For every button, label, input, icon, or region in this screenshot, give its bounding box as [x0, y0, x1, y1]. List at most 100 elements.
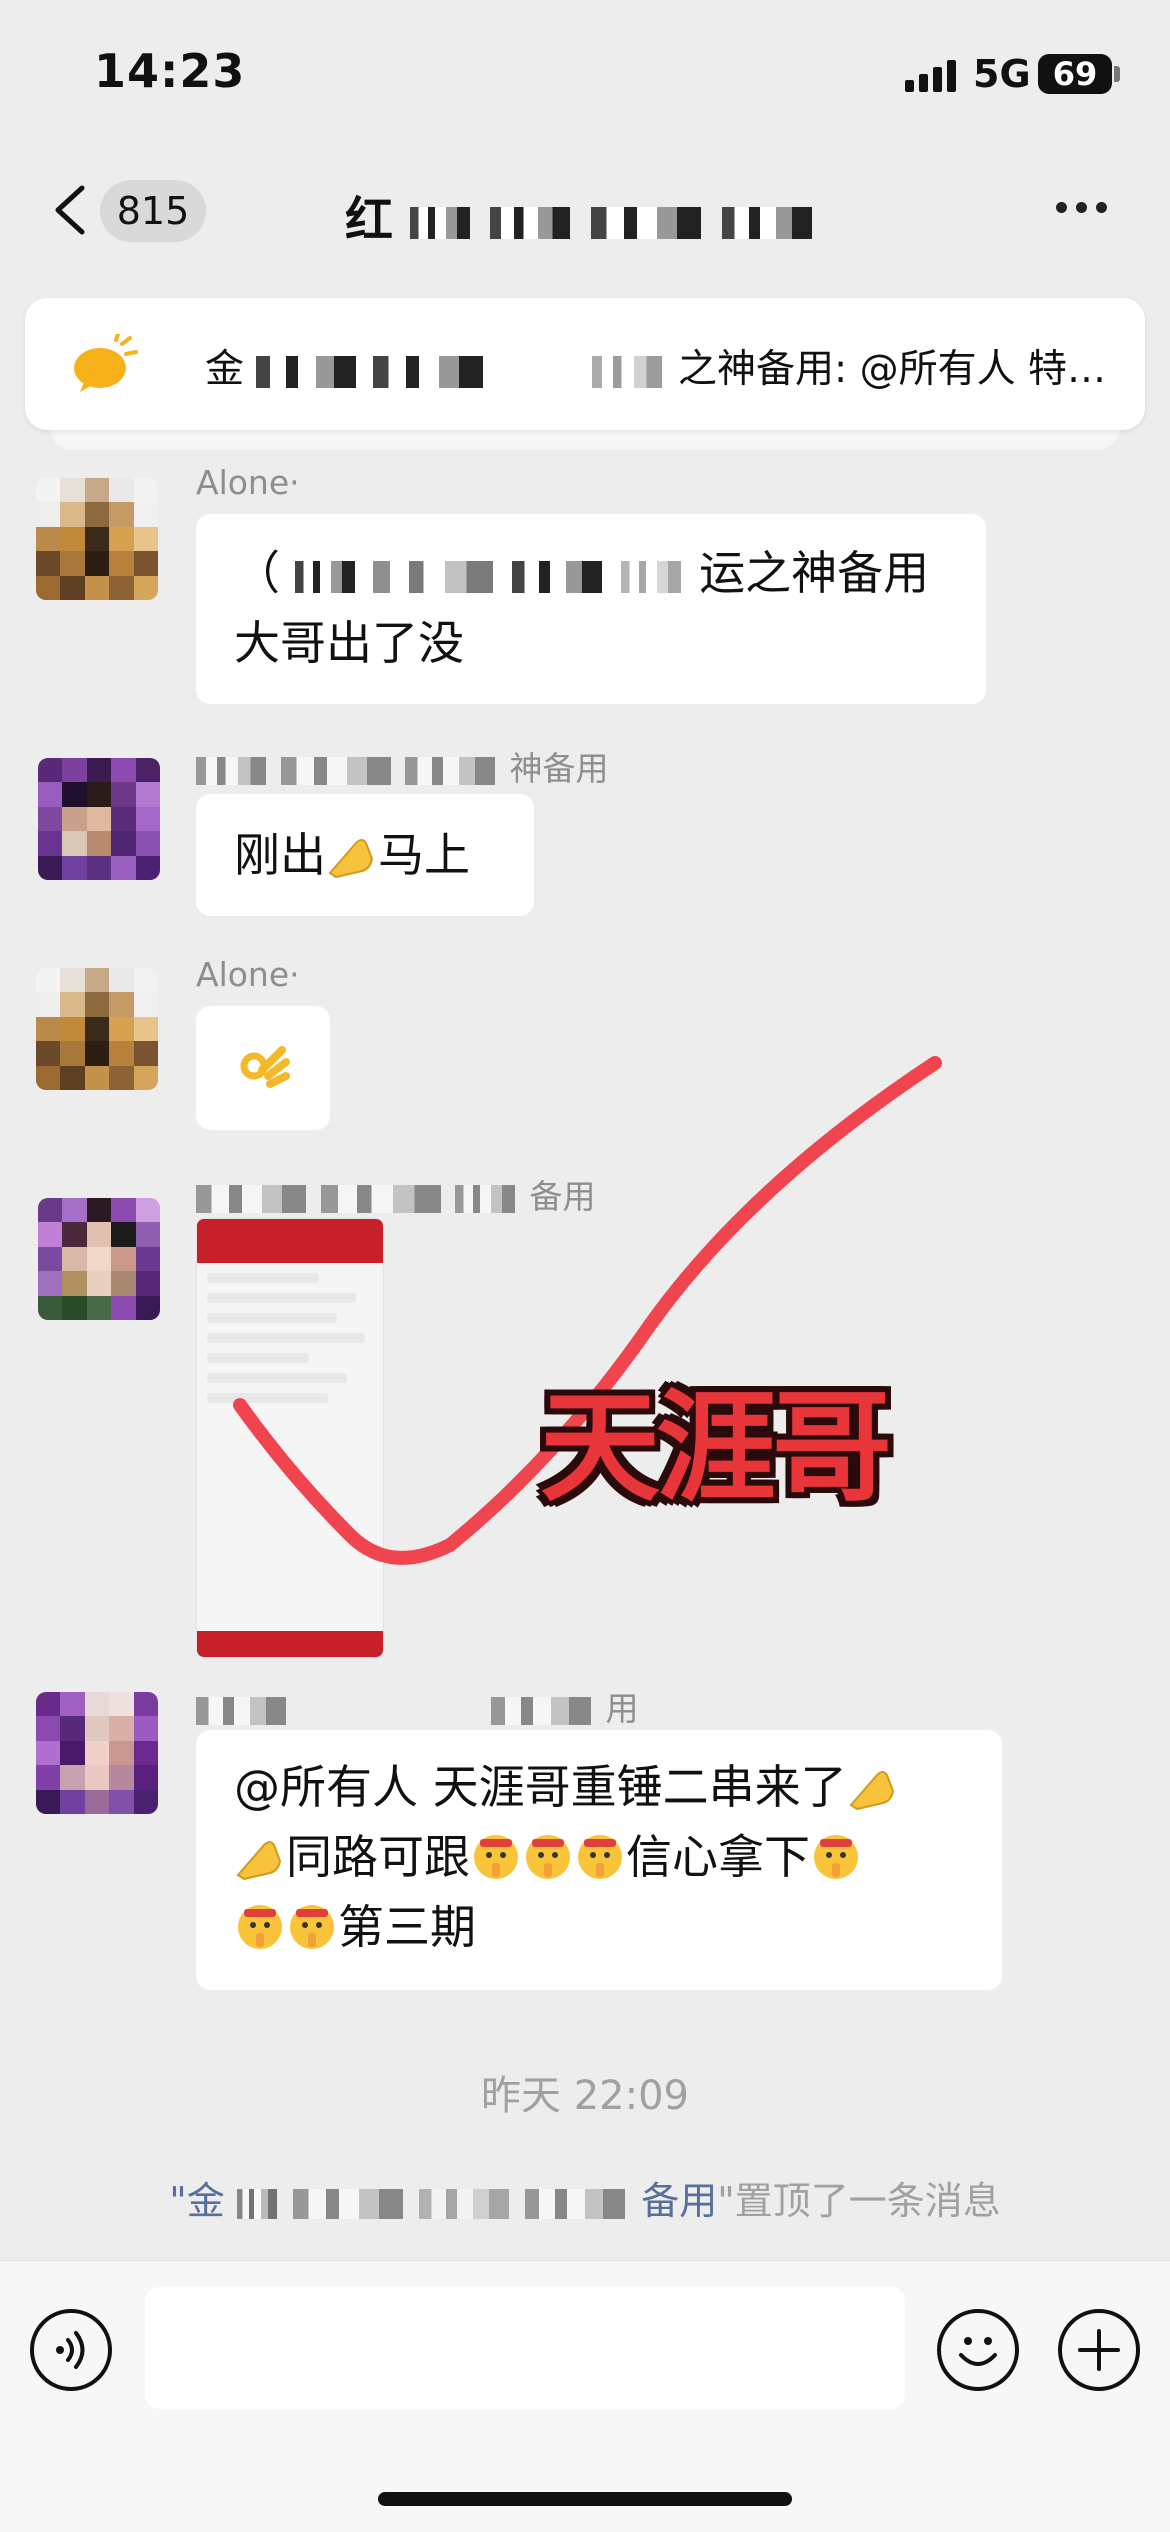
pinch-hand-emoji-icon — [236, 1841, 282, 1881]
unread-count-badge[interactable]: 815 — [100, 180, 206, 242]
plus-icon[interactable] — [1058, 2309, 1140, 2391]
battery-level: 69 — [1038, 54, 1112, 94]
shushing-face-emoji-icon — [578, 1835, 622, 1879]
chevron-left-icon[interactable] — [48, 182, 96, 238]
redaction — [419, 2188, 510, 2219]
redaction — [372, 355, 483, 388]
message-bubble[interactable]: （ 运之神备用 大哥出了没 — [196, 514, 986, 704]
message-line: 第三期 — [234, 1892, 964, 1962]
stamp-label: 天涯哥 — [540, 1379, 892, 1518]
sender-name: Alone· — [196, 463, 300, 502]
redaction — [405, 756, 495, 785]
redaction — [196, 756, 266, 785]
message-text: （ — [234, 546, 280, 600]
emoji-icon[interactable] — [937, 2309, 1019, 2391]
pinch-hand-emoji-icon — [849, 1771, 894, 1811]
signal-icon — [905, 58, 956, 92]
home-indicator[interactable] — [378, 2492, 792, 2506]
sender-name-text: 神备用 — [509, 749, 609, 788]
thumbnail-row — [207, 1313, 338, 1323]
redaction — [591, 207, 702, 239]
message-line: @所有人 天涯哥重锤二串来了 — [234, 1752, 964, 1822]
redaction — [491, 1696, 591, 1725]
sender-name: Alone· — [196, 955, 300, 994]
thumbnail-header — [197, 1219, 383, 1263]
system-message-suffix: "置顶了一条消息 — [717, 2179, 1001, 2223]
message-line: （ 运之神备用 — [234, 538, 948, 608]
redaction — [196, 1184, 306, 1213]
message-text: 信心拿下 — [626, 1830, 810, 1884]
avatar[interactable] — [38, 1198, 160, 1320]
avatar[interactable] — [38, 758, 160, 880]
more-dots-icon[interactable] — [1056, 202, 1107, 213]
pinned-message-text: 金 之神备用: @所有人 特推单… — [205, 338, 1125, 394]
ok-hand-emoji-icon — [240, 1046, 290, 1088]
redaction — [294, 560, 355, 593]
system-message-prefix: "金 — [169, 2179, 225, 2223]
redaction — [373, 560, 494, 593]
battery-tip — [1114, 66, 1120, 82]
shushing-face-emoji-icon — [814, 1835, 858, 1879]
thumbnail-row — [207, 1333, 366, 1343]
redaction — [196, 1696, 286, 1725]
message-text: @所有人 天涯哥重锤二串来了 — [234, 1760, 847, 1814]
chat-title-text: 红 — [345, 192, 394, 248]
status-bar: 14:23 5G 69 — [0, 0, 1170, 140]
pinned-message-banner[interactable]: 金 之神备用: @所有人 特推单… — [25, 298, 1145, 430]
message-bubble[interactable]: @所有人 天涯哥重锤二串来了 同路可跟 信心拿下 第三期 — [196, 1730, 1002, 1990]
redaction — [511, 560, 602, 593]
message-text: 同路可跟 — [286, 1830, 470, 1884]
system-message: "金 备用"置顶了一条消息 — [0, 2170, 1170, 2225]
avatar[interactable] — [36, 478, 158, 600]
shushing-face-emoji-icon — [238, 1905, 282, 1949]
message-line: 同路可跟 信心拿下 — [234, 1822, 964, 1892]
message-text: 马上 — [378, 828, 470, 882]
sender-name-text: 用 — [605, 1689, 639, 1728]
message-bubble[interactable] — [196, 1006, 330, 1130]
thumbnail-row — [207, 1393, 328, 1403]
sender-name-text: 备用 — [529, 1177, 596, 1216]
redaction — [280, 756, 391, 785]
shushing-face-emoji-icon — [526, 1835, 570, 1879]
avatar[interactable] — [36, 968, 158, 1090]
pinned-suffix: 之神备用: @所有人 特推单… — [678, 347, 1125, 392]
redaction — [320, 1184, 441, 1213]
redaction — [455, 1184, 515, 1213]
redaction — [292, 2188, 403, 2219]
redaction — [409, 207, 470, 239]
redaction — [236, 2188, 277, 2219]
avatar[interactable] — [36, 1692, 158, 1814]
thumbnail-row — [207, 1373, 347, 1383]
message-text: 第三期 — [338, 1900, 476, 1954]
pinch-hand-emoji-icon — [328, 839, 374, 879]
redaction — [620, 560, 681, 593]
message-line: 大哥出了没 — [234, 616, 464, 670]
system-message-name[interactable]: 备用 — [641, 2179, 717, 2223]
thumbnail-row — [207, 1353, 310, 1363]
sender-name: 用 — [196, 1682, 639, 1730]
chat-header: 815 红 — [0, 160, 1170, 255]
message-text: 刚出 — [234, 828, 326, 882]
image-message-thumbnail[interactable] — [196, 1218, 384, 1658]
redaction — [256, 355, 357, 388]
sender-name: 备用 — [196, 1170, 596, 1218]
pinned-prefix: 金 — [205, 347, 245, 392]
megaphone-icon — [74, 334, 138, 392]
status-time: 14:23 — [94, 44, 246, 98]
redaction — [525, 2188, 626, 2219]
shushing-face-emoji-icon — [290, 1905, 334, 1949]
message-line: 刚出 马上 — [234, 820, 496, 890]
network-type: 5G — [973, 52, 1031, 96]
sender-name: 神备用 — [196, 742, 609, 790]
message-input[interactable] — [145, 2287, 905, 2409]
shushing-face-emoji-icon — [474, 1835, 518, 1879]
thumbnail-footer — [197, 1631, 383, 1657]
message-text: 运之神备用 — [699, 546, 930, 600]
redaction — [591, 355, 662, 388]
redaction — [721, 207, 812, 239]
chat-title: 红 — [345, 180, 816, 250]
thumbnail-row — [207, 1273, 319, 1283]
redaction — [490, 207, 571, 239]
voice-icon[interactable] — [30, 2309, 112, 2391]
message-bubble[interactable]: 刚出 马上 — [196, 794, 534, 916]
